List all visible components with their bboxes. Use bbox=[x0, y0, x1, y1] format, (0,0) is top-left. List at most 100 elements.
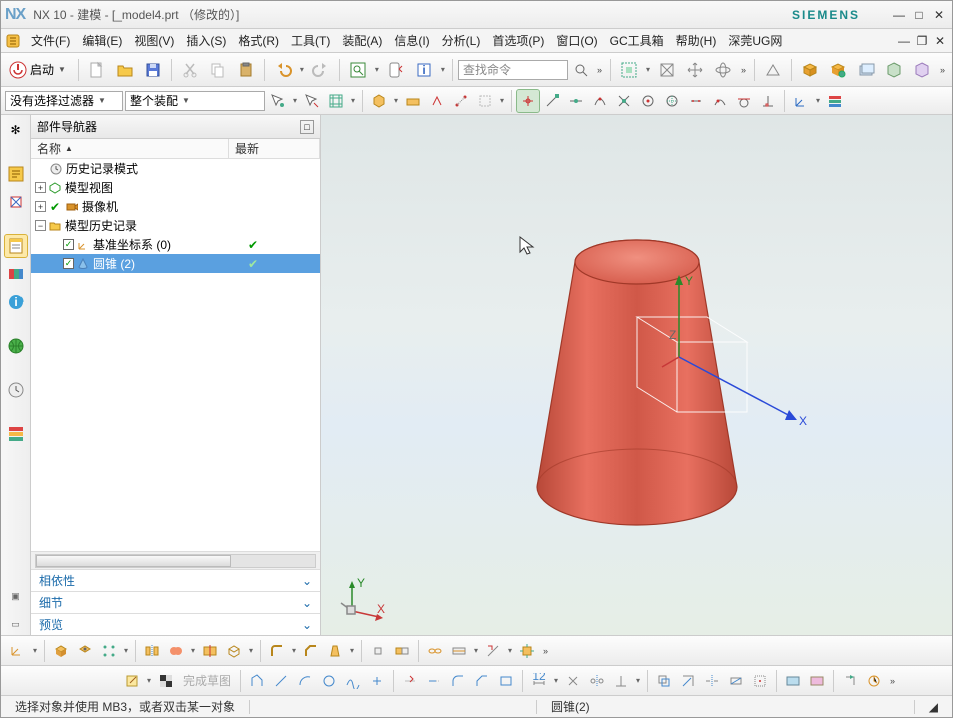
snap-intersect-button[interactable] bbox=[613, 90, 635, 112]
part-navigator-tab[interactable] bbox=[5, 235, 27, 257]
snap-ctrl-button[interactable] bbox=[589, 90, 611, 112]
add-existing-button[interactable] bbox=[749, 670, 771, 692]
menu-ugnet[interactable]: 深莞UG网 bbox=[722, 30, 788, 51]
expand-toggle[interactable]: + bbox=[35, 201, 46, 212]
sel-btn-2[interactable] bbox=[301, 90, 323, 112]
section-preview[interactable]: 预览⌄ bbox=[31, 613, 320, 635]
fillet-button[interactable] bbox=[447, 670, 469, 692]
undo-button[interactable] bbox=[270, 57, 296, 83]
doc-close-button[interactable]: ✕ bbox=[932, 33, 948, 49]
res-nav-icon[interactable] bbox=[5, 163, 27, 185]
reattach-button[interactable] bbox=[863, 670, 885, 692]
section-dependency[interactable]: 相依性⌄ bbox=[31, 569, 320, 591]
sketch-button[interactable] bbox=[121, 670, 143, 692]
expand-toggle[interactable]: + bbox=[35, 182, 46, 193]
extend-button[interactable] bbox=[423, 670, 445, 692]
trim-button[interactable] bbox=[199, 640, 221, 662]
draft-button[interactable] bbox=[324, 640, 346, 662]
assy-overflow[interactable]: » bbox=[937, 65, 948, 75]
menu-view[interactable]: 视图(V) bbox=[128, 30, 180, 51]
view-triad[interactable]: Y X bbox=[337, 573, 387, 623]
snap-tangent-button[interactable] bbox=[733, 90, 755, 112]
assembly5-button[interactable] bbox=[909, 57, 935, 83]
maximize-button[interactable]: □ bbox=[910, 7, 928, 23]
sel-dd-3[interactable]: ▾ bbox=[349, 96, 357, 105]
link-button[interactable] bbox=[424, 640, 446, 662]
open-button[interactable] bbox=[112, 57, 138, 83]
doc-restore-button[interactable]: ❐ bbox=[914, 33, 930, 49]
rect-button[interactable] bbox=[495, 670, 517, 692]
trim-curve-button[interactable] bbox=[399, 670, 421, 692]
reuse-library-tab[interactable] bbox=[5, 263, 27, 285]
profile-button[interactable] bbox=[246, 670, 268, 692]
sel-btn-6[interactable] bbox=[426, 90, 448, 112]
res-constraint-icon[interactable] bbox=[5, 191, 27, 213]
extract-button[interactable] bbox=[391, 640, 413, 662]
redo-button[interactable] bbox=[308, 57, 334, 83]
geo-constraint-button[interactable] bbox=[562, 670, 584, 692]
visibility-checkbox[interactable] bbox=[63, 258, 74, 269]
section-details[interactable]: 细节⌄ bbox=[31, 591, 320, 613]
dim-button[interactable]: 12 bbox=[528, 670, 550, 692]
assembly-filter-dropdown[interactable]: 整个装配▼ bbox=[125, 91, 265, 111]
history-tab[interactable] bbox=[5, 379, 27, 401]
menu-analyze[interactable]: 分析(L) bbox=[436, 30, 487, 51]
sel-btn-4[interactable] bbox=[368, 90, 390, 112]
chamfer-button[interactable] bbox=[300, 640, 322, 662]
fit-dropdown[interactable]: ▾ bbox=[644, 65, 652, 74]
mirror-curve-button[interactable] bbox=[701, 670, 723, 692]
assembly1-button[interactable] bbox=[797, 57, 823, 83]
menu-assembly[interactable]: 装配(A) bbox=[336, 30, 388, 51]
arc-button[interactable] bbox=[294, 670, 316, 692]
sel-dd-8[interactable]: ▾ bbox=[498, 96, 506, 105]
command-search-input[interactable]: 查找命令 bbox=[458, 60, 568, 80]
dd[interactable]: ▾ bbox=[31, 646, 39, 655]
selection-filter-dropdown[interactable]: 没有选择过滤器▼ bbox=[5, 91, 123, 111]
navigator-hscroll[interactable] bbox=[31, 551, 320, 569]
pattern-button[interactable] bbox=[98, 640, 120, 662]
mirror-button[interactable] bbox=[141, 640, 163, 662]
tree-model-views[interactable]: + 模型视图 bbox=[31, 178, 320, 197]
start-button[interactable]: 启动 ▼ bbox=[5, 57, 73, 83]
menu-window[interactable]: 窗口(O) bbox=[550, 30, 603, 51]
view-overflow[interactable]: » bbox=[738, 65, 749, 75]
snap-oncurve-button[interactable] bbox=[709, 90, 731, 112]
minimize-button[interactable]: — bbox=[890, 7, 908, 23]
point-button[interactable] bbox=[366, 670, 388, 692]
rotate-button[interactable] bbox=[710, 57, 736, 83]
fit-view-button[interactable] bbox=[616, 57, 642, 83]
system-tab[interactable] bbox=[5, 423, 27, 445]
info-dropdown[interactable]: ▾ bbox=[439, 65, 447, 74]
sel-btn-8[interactable] bbox=[474, 90, 496, 112]
tree-cameras[interactable]: + ✔ 摄像机 bbox=[31, 197, 320, 216]
cf-dropdown[interactable]: ▾ bbox=[373, 65, 381, 74]
menu-format[interactable]: 格式(R) bbox=[232, 30, 285, 51]
assembly4-button[interactable] bbox=[881, 57, 907, 83]
cut-button[interactable] bbox=[177, 57, 203, 83]
feature-overflow[interactable]: » bbox=[540, 646, 551, 656]
pan-button[interactable] bbox=[682, 57, 708, 83]
spline-button[interactable] bbox=[342, 670, 364, 692]
visibility-checkbox[interactable] bbox=[63, 239, 74, 250]
wave-button[interactable] bbox=[448, 640, 470, 662]
show-const-button[interactable] bbox=[806, 670, 828, 692]
perp-const-button[interactable] bbox=[610, 670, 632, 692]
sym-button[interactable] bbox=[586, 670, 608, 692]
navigator-tree[interactable]: 历史记录模式 + 模型视图 + ✔ 摄像机 − 模型历史记录 bbox=[31, 159, 320, 551]
assembly3-button[interactable] bbox=[853, 57, 879, 83]
menu-tools[interactable]: 工具(T) bbox=[285, 30, 336, 51]
circle-button[interactable] bbox=[318, 670, 340, 692]
blend-button[interactable] bbox=[266, 640, 288, 662]
search-go-button[interactable] bbox=[570, 59, 592, 81]
offset-button[interactable] bbox=[653, 670, 675, 692]
shell-button[interactable] bbox=[223, 640, 245, 662]
sel-dd-1[interactable]: ▾ bbox=[291, 96, 299, 105]
menu-file[interactable]: 文件(F) bbox=[25, 30, 76, 51]
sel-dd-4[interactable]: ▾ bbox=[392, 96, 400, 105]
sel-btn-3[interactable] bbox=[325, 90, 347, 112]
trim-body-button[interactable] bbox=[760, 57, 786, 83]
toolbar-overflow[interactable]: » bbox=[594, 65, 605, 75]
app-menu-icon[interactable] bbox=[5, 33, 21, 49]
browser-tab[interactable] bbox=[5, 335, 27, 357]
show-dim-button[interactable] bbox=[782, 670, 804, 692]
